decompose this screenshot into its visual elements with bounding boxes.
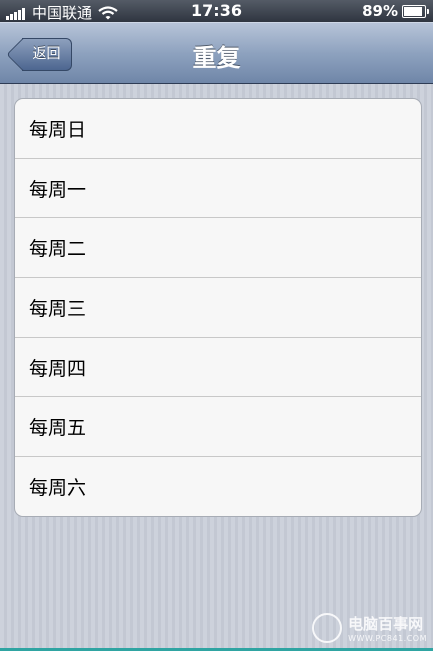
battery-icon bbox=[402, 4, 426, 18]
option-label: 每周二 bbox=[29, 238, 87, 261]
option-label: 每周四 bbox=[29, 357, 87, 380]
watermark-logo-icon bbox=[312, 613, 343, 643]
page-title: 重复 bbox=[192, 44, 241, 72]
status-bar: 中国联通 17:36 89% bbox=[0, 0, 433, 22]
watermark-title: 电脑百事网 bbox=[348, 615, 424, 633]
repeat-option-saturday[interactable]: 每周六 bbox=[15, 457, 421, 516]
option-label: 每周六 bbox=[29, 477, 87, 500]
repeat-options-list: 每周日 每周一 每周二 每周三 每周四 每周五 每周六 bbox=[14, 98, 422, 517]
battery-indicator: 89% bbox=[362, 2, 429, 20]
repeat-option-friday[interactable]: 每周五 bbox=[15, 397, 421, 458]
watermark-text: 电脑百事网 WWW.PC841.COM bbox=[348, 613, 427, 643]
watermark-url: WWW.PC841.COM bbox=[348, 634, 427, 643]
navigation-bar: 返回 重复 bbox=[0, 22, 433, 84]
repeat-option-sunday[interactable]: 每周日 bbox=[15, 99, 421, 159]
repeat-option-tuesday[interactable]: 每周二 bbox=[15, 218, 421, 279]
repeat-option-thursday[interactable]: 每周四 bbox=[15, 338, 421, 398]
repeat-option-wednesday[interactable]: 每周三 bbox=[15, 278, 421, 338]
repeat-option-monday[interactable]: 每周一 bbox=[15, 159, 421, 219]
battery-percent: 89% bbox=[362, 2, 398, 20]
battery-fill bbox=[404, 6, 422, 16]
option-label: 每周五 bbox=[29, 417, 87, 440]
option-label: 每周三 bbox=[29, 297, 87, 320]
watermark: 电脑百事网 WWW.PC841.COM bbox=[312, 613, 427, 643]
battery-tip bbox=[427, 8, 429, 14]
option-label: 每周一 bbox=[29, 178, 87, 201]
option-label: 每周日 bbox=[29, 118, 87, 141]
